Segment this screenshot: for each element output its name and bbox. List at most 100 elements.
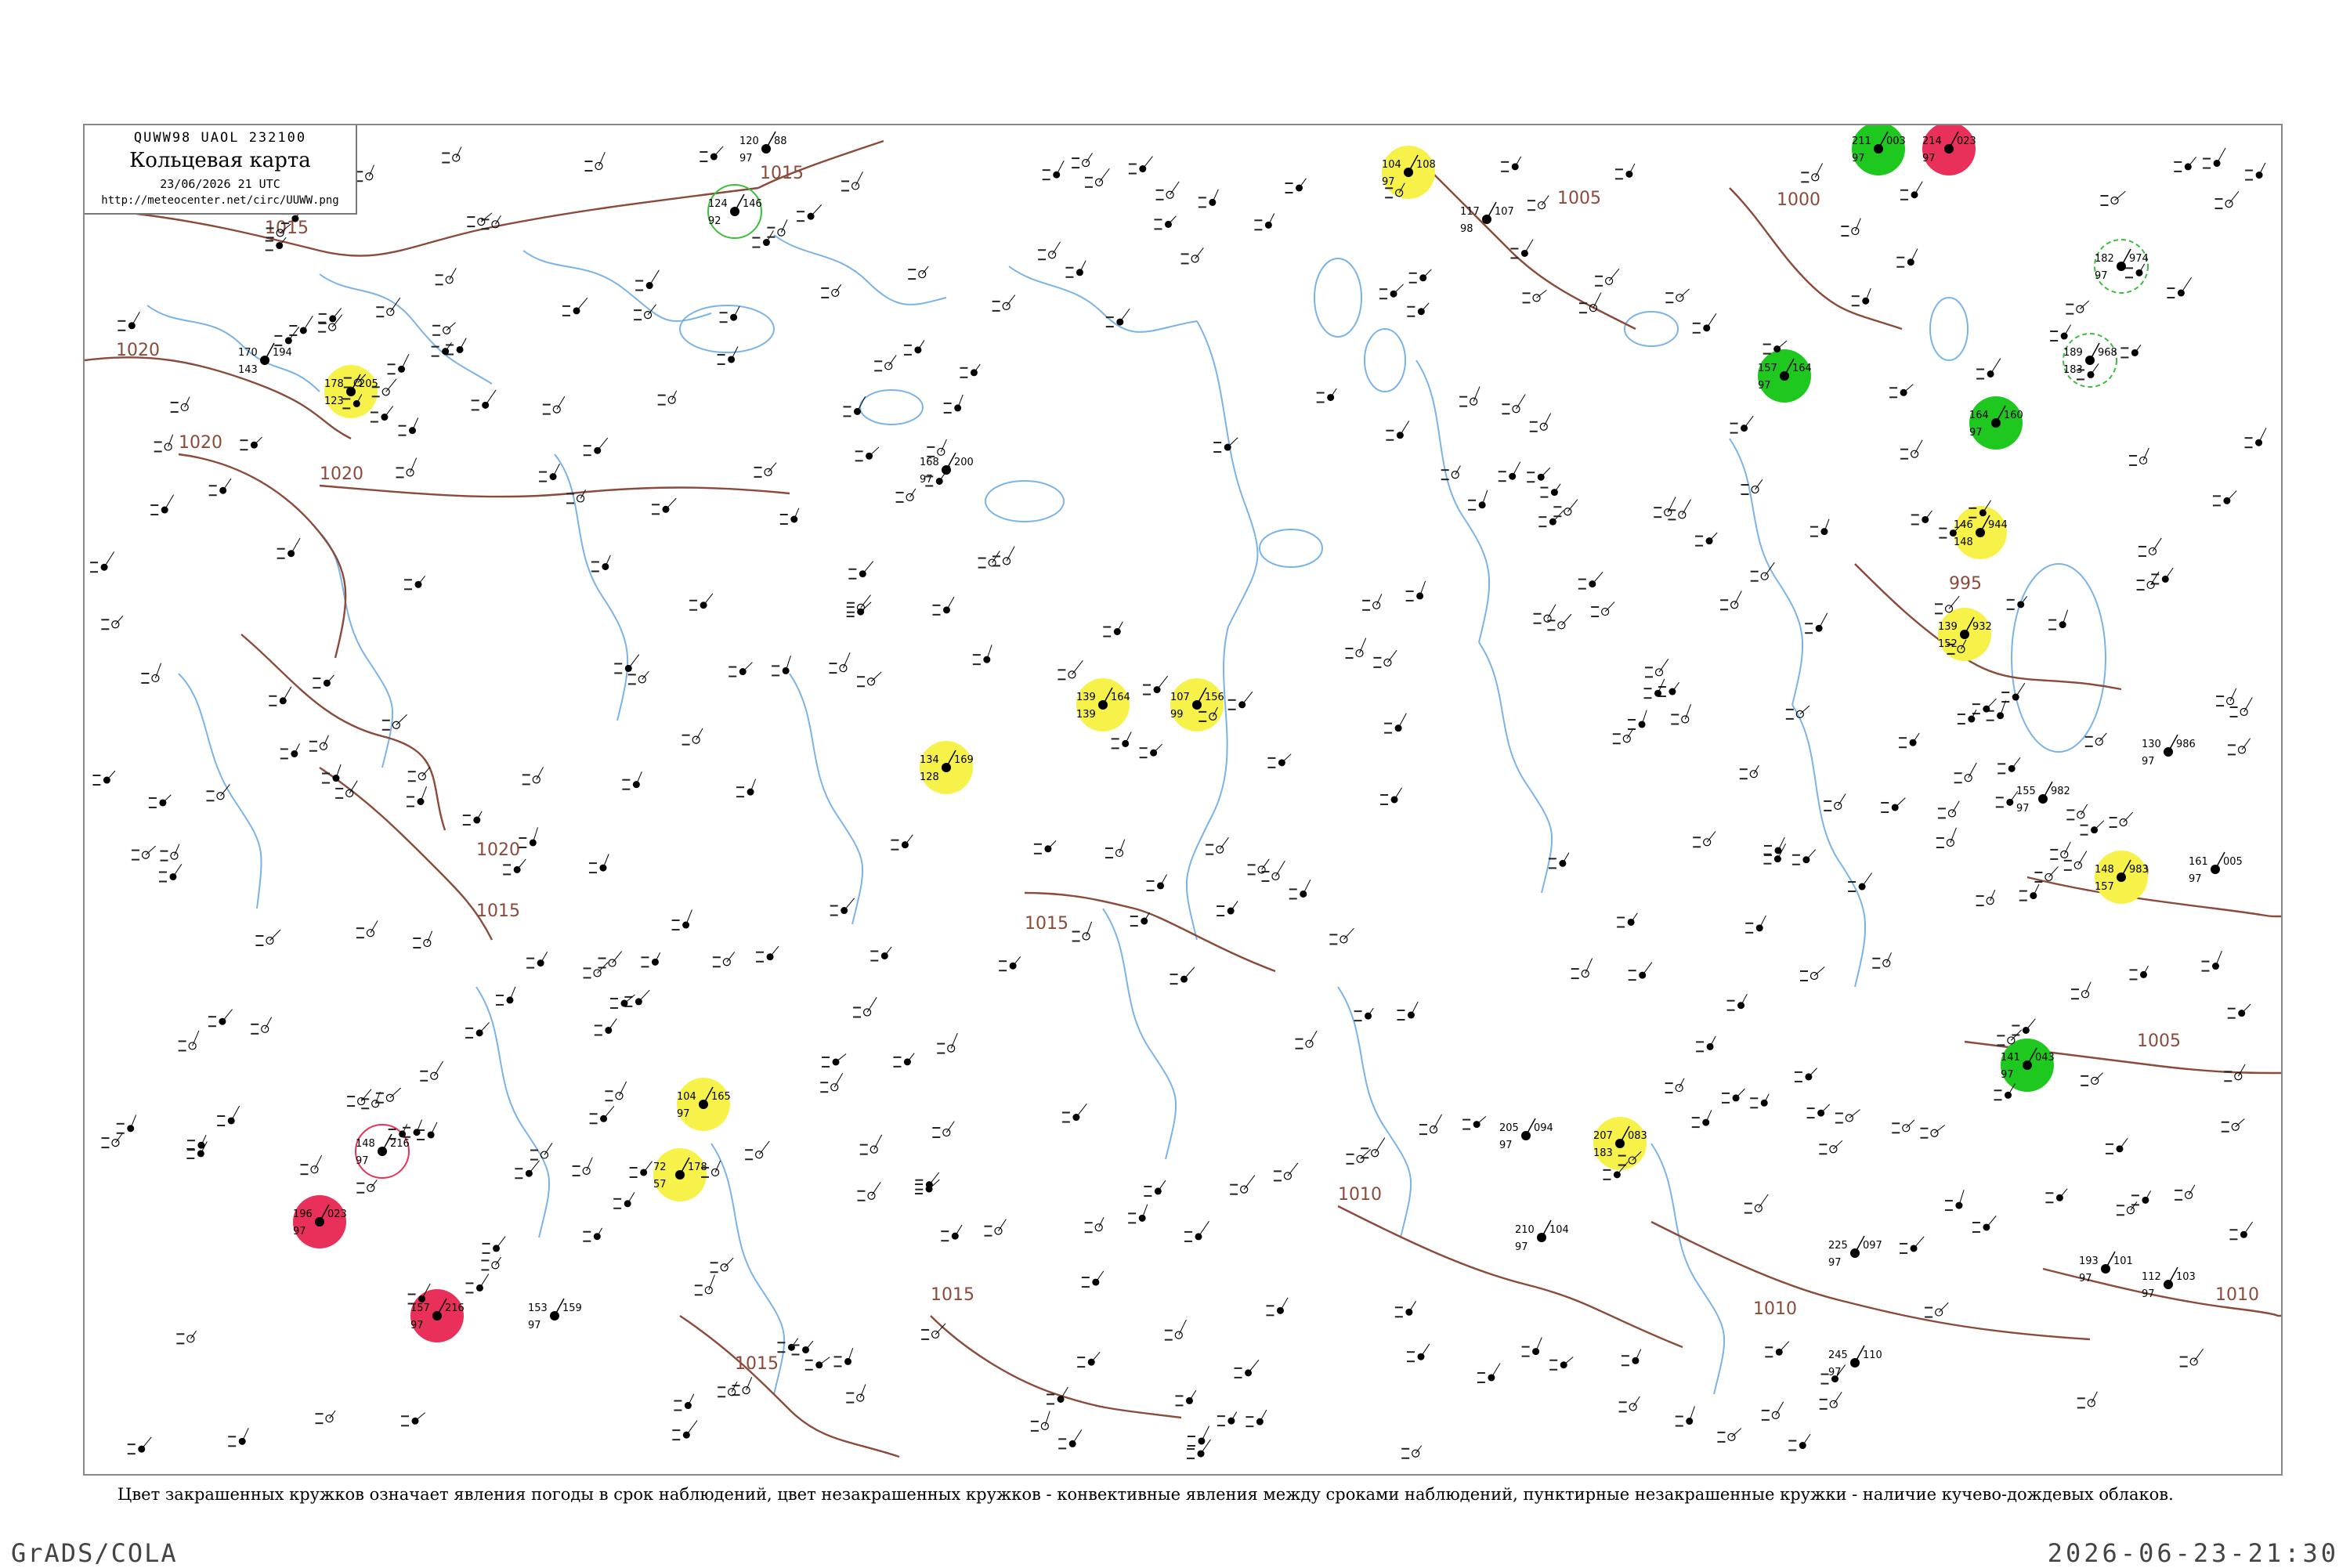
station-temp: 107 (1170, 692, 1190, 703)
isobar-label: 1010 (2215, 1285, 2259, 1305)
station-dewpoint: 97 (2001, 1069, 2014, 1081)
wind-barb (860, 594, 871, 609)
wind-barb (1910, 248, 1918, 262)
station-plot: 15797216 (410, 1289, 465, 1342)
wind-barb (1168, 215, 1177, 225)
station-dewpoint: 97 (677, 1108, 690, 1120)
wind-barb (742, 662, 753, 672)
station-dewpoint: 97 (1828, 1257, 1842, 1269)
station-temp: 214 (1922, 135, 1942, 147)
station-dot (1451, 471, 1459, 479)
wind-barb (1393, 284, 1404, 294)
station-pressure: 88 (774, 135, 787, 147)
wind-barb (844, 898, 855, 911)
wind-barb (855, 171, 863, 186)
station-dot (1532, 294, 1541, 302)
station-dot (473, 816, 481, 824)
wind-barb (871, 1182, 881, 1197)
wind-barb (1642, 962, 1653, 976)
station-dewpoint: 97 (356, 1155, 369, 1167)
isobar-label: 1005 (2137, 1031, 2181, 1051)
wind-barb (1303, 879, 1311, 894)
wind-barb (2048, 866, 2059, 878)
isobar-label: 1020 (320, 464, 363, 484)
wind-barb (1540, 467, 1551, 478)
wind-barb (1248, 1360, 1260, 1374)
station-temp: 130 (2142, 739, 2161, 750)
wind-barb (842, 652, 851, 669)
wind-barb (1777, 836, 1785, 851)
station-dewpoint: 97 (2095, 270, 2108, 282)
station-temp: 161 (2189, 856, 2208, 868)
wind-barb (2235, 1118, 2245, 1128)
wind-barb (713, 146, 724, 157)
wind-barb (1885, 952, 1892, 963)
wind-barb (1775, 1401, 1784, 1416)
wind-barb (2015, 682, 2026, 698)
wind-barb (528, 1160, 540, 1174)
wind-barb (389, 297, 401, 313)
wind-barb (2241, 1003, 2251, 1014)
station-dot (279, 697, 287, 705)
wind-barb (810, 204, 822, 217)
wind-barb (1170, 181, 1180, 196)
station-pressure: 164 (1111, 692, 1130, 703)
wind-barb (421, 767, 431, 777)
station-dewpoint: 97 (2142, 756, 2155, 768)
station-temp: 72 (653, 1162, 667, 1173)
station-dot (2030, 892, 2037, 900)
station-pressure: 974 (2129, 253, 2149, 265)
station-pressure: 094 (1534, 1122, 1553, 1134)
wind-barb (1399, 421, 1410, 435)
wind-barb (1951, 800, 1960, 814)
station-dot (935, 477, 943, 485)
wind-barb (1098, 1216, 1104, 1228)
wind-barb (726, 952, 736, 963)
wind-barb (1536, 289, 1547, 298)
wind-barb (2258, 428, 2267, 443)
wind-barb (2011, 757, 2021, 769)
wind-barb (1184, 966, 1195, 980)
wind-barb (769, 945, 779, 958)
station-dot (1264, 221, 1272, 229)
station-plot: 182 97 974 (2094, 239, 2149, 294)
station-plot: 196 97 023 (293, 1195, 347, 1248)
source-url[interactable]: http://meteocenter.net/circ/UUWW.png (85, 194, 356, 207)
station-pressure: 108 (1416, 159, 1436, 171)
station-dewpoint: 97 (1969, 427, 1983, 439)
station-dewpoint: 128 (920, 771, 939, 783)
wind-barb (1808, 1068, 1817, 1078)
station-plot: 7257178 (653, 1148, 707, 1201)
wind-barb (1593, 292, 1602, 309)
isobar-line (319, 767, 494, 941)
station-pressure: 160 (2004, 410, 2023, 421)
station-plot: 214 97 023 (1922, 125, 1976, 175)
station-dewpoint: 143 (238, 364, 258, 376)
station-temp: 155 (2016, 786, 2036, 797)
wind-barb (2077, 851, 2088, 866)
wind-barb (1047, 840, 1057, 850)
wind-barb (608, 1018, 617, 1031)
wind-barb (1777, 340, 1788, 349)
isobar-label: 1005 (1557, 189, 1601, 208)
station-pressure: 101 (2113, 1255, 2133, 1267)
station-dewpoint: 148 (1954, 537, 1973, 548)
station-dewpoint: 123 (324, 396, 344, 407)
isobar-label: 1020 (476, 840, 520, 860)
wind-barb (2025, 1018, 2036, 1031)
station-dot (169, 873, 177, 880)
station-dot (164, 443, 172, 451)
wind-barb (1735, 1088, 1745, 1099)
wind-barb (1420, 302, 1430, 313)
station-dot (1559, 859, 1567, 867)
wind-barb (1990, 889, 1996, 901)
wind-barb (724, 1257, 734, 1268)
wind-barb (389, 1087, 401, 1099)
wind-barb (282, 686, 292, 702)
isobar-line (240, 634, 446, 831)
isobar-label: 1015 (476, 901, 520, 921)
map-title: Кольцевая карта (129, 149, 311, 172)
wind-barb (2216, 147, 2226, 164)
isobar-label: 1010 (1753, 1299, 1797, 1319)
wind-barb (2090, 363, 2099, 375)
